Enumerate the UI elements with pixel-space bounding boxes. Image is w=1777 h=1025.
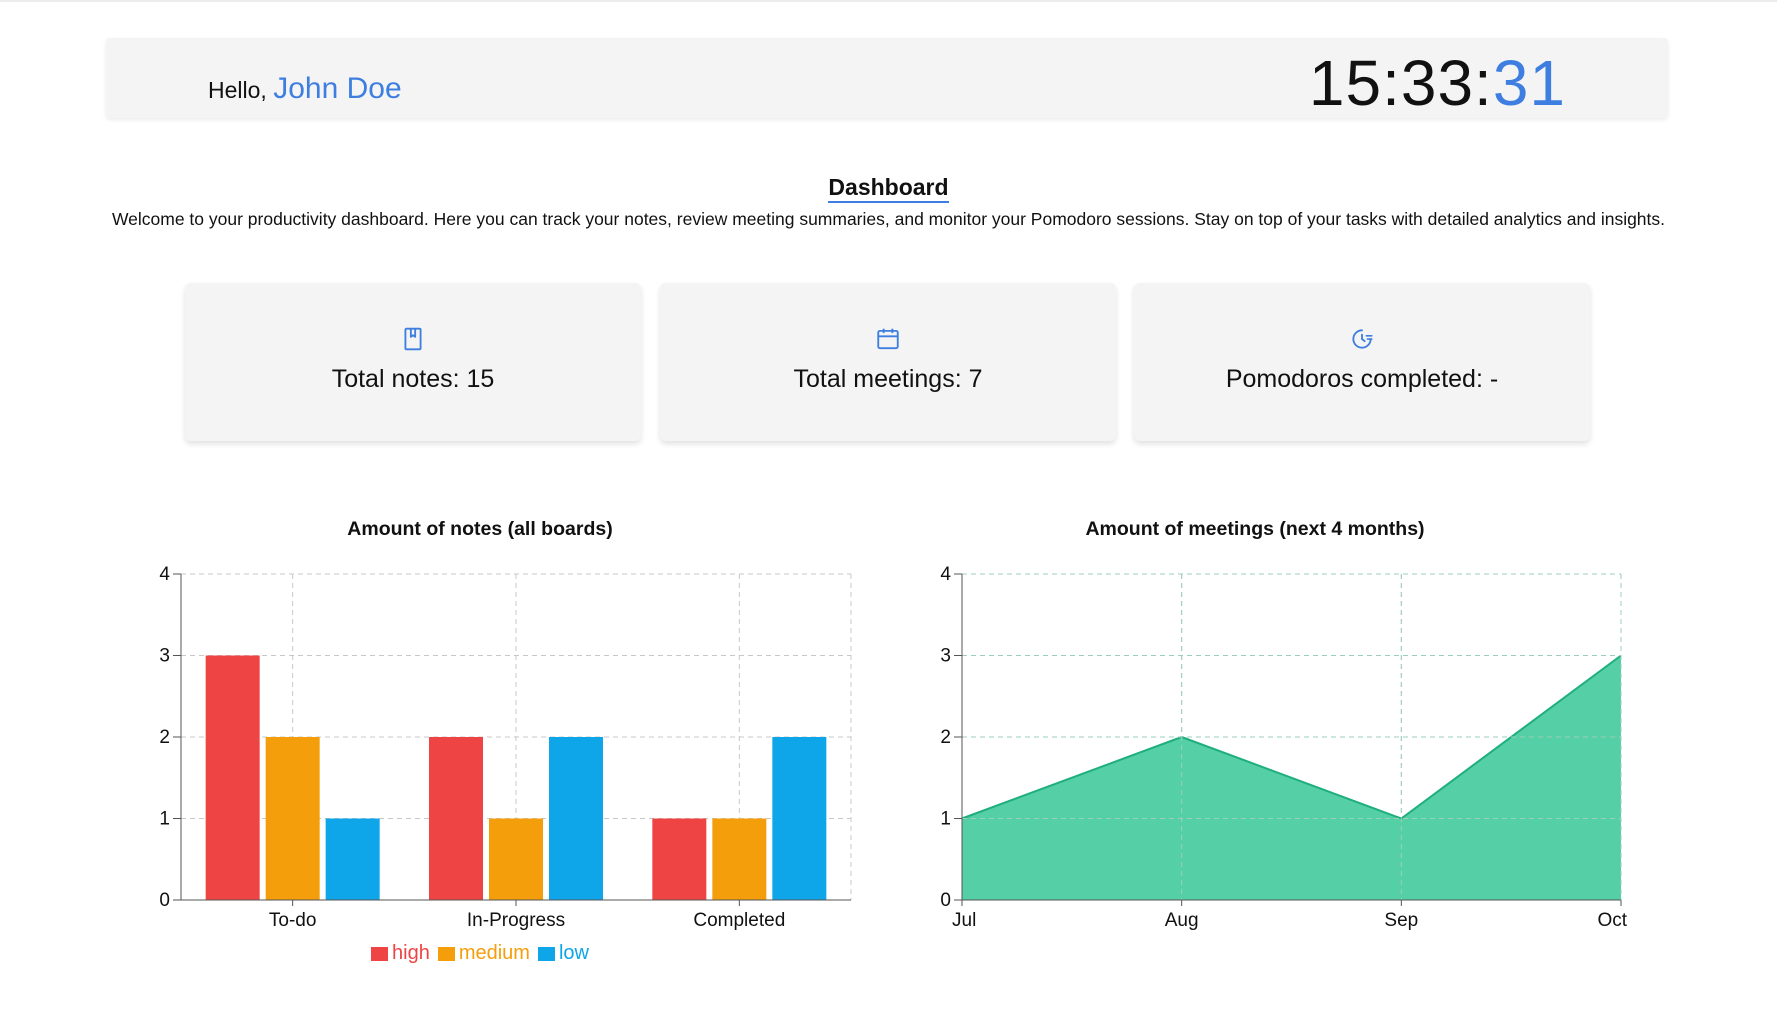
bar-medium-0 [265, 737, 320, 900]
area-y-tick-label: 2 [940, 727, 951, 748]
legend-label: low [558, 942, 589, 964]
bar-y-tick-label: 4 [159, 564, 170, 585]
legend-swatch [371, 946, 389, 961]
bar-high-2 [652, 818, 707, 900]
bar-high-1 [429, 737, 483, 900]
area-y-tick-label: 1 [940, 809, 951, 830]
bar-x-tick-label: In-Progress [467, 910, 565, 931]
bar-y-tick-label: 2 [159, 727, 170, 748]
bar-y-tick-label: 1 [159, 809, 170, 830]
bar-medium-1 [489, 818, 543, 900]
bar-x-tick-label: To-do [269, 910, 317, 931]
legend-label: medium [458, 942, 530, 964]
area-x-tick-label: Sep [1384, 910, 1418, 931]
legend-swatch [537, 946, 555, 961]
bar-high-0 [205, 655, 260, 900]
bar-low-1 [549, 737, 603, 900]
area-y-tick-label: 4 [940, 564, 951, 585]
area-y-tick-label: 3 [940, 646, 951, 667]
area-y-tick-label: 0 [940, 890, 951, 911]
bar-low-2 [772, 737, 827, 900]
legend-item-medium[interactable]: medium [437, 942, 530, 965]
area-x-tick-label: Aug [1165, 910, 1199, 931]
legend-item-high[interactable]: high [371, 942, 430, 965]
charts-canvas: To-do In-Progress Completed 0 1 2 3 4 0 1 2 3 4 Jul Au… [159, 564, 1627, 931]
legend-swatch [437, 946, 455, 961]
bar-medium-2 [712, 818, 767, 900]
legend-item-low[interactable]: low [537, 942, 589, 965]
bar-x-tick-label: Completed [693, 910, 785, 931]
legend-label: high [392, 942, 430, 964]
bar-y-tick-label: 3 [159, 646, 170, 667]
area-x-tick-label: Jul [952, 910, 976, 931]
area-x-tick-label: Oct [1597, 910, 1627, 931]
bar-low-0 [325, 818, 380, 900]
bar-y-tick-label: 0 [159, 890, 170, 911]
bar-chart-legend: high medium low [0, 942, 960, 967]
